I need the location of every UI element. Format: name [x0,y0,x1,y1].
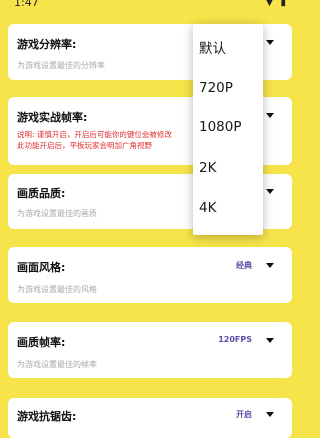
setting-title: 游戏实战帧率: [17,111,88,124]
resolution-dropdown-menu: 默认 720P 1080P 2K 4K [193,24,263,235]
setting-description: 为游戏设置最佳的画质 [17,209,97,218]
setting-description: 为游戏设置最佳的分辨率 [17,61,105,70]
dropdown-option-default[interactable]: 默认 [199,37,226,57]
chevron-down-icon[interactable] [266,412,274,417]
dropdown-option-720p[interactable]: 720P [199,80,233,96]
setting-title: 游戏抗锯齿: [17,410,77,423]
dropdown-option-1080p[interactable]: 1080P [199,119,242,135]
chevron-down-icon[interactable] [266,338,274,343]
chevron-down-icon[interactable] [266,263,274,268]
status-icons: ▼ ▮ [265,0,288,8]
setting-card-style[interactable]: 画面风格: 经典 为游戏设置最佳的风格 [8,247,292,303]
setting-title: 游戏分辨率: [17,38,77,51]
setting-warning: 此功能开启后，平板玩家会明加广角视野 [17,141,152,150]
dropdown-option-2k[interactable]: 2K [199,160,216,176]
setting-value: 经典 [236,261,252,270]
setting-title: 画面风格: [17,261,66,274]
setting-warning: 说明: 谨慎开启，开启后可能你的键位会被修改 [17,130,172,139]
chevron-down-icon[interactable] [266,113,274,118]
dropdown-option-4k[interactable]: 4K [199,200,216,216]
setting-title: 画质帧率: [17,336,66,349]
chevron-down-icon[interactable] [266,189,274,194]
setting-description: 为游戏设置最佳的帧率 [17,360,97,369]
setting-card-framerate[interactable]: 画质帧率: 120FPS 为游戏设置最佳的帧率 [8,322,292,378]
setting-card-anti-aliasing[interactable]: 游戏抗锯齿: 开启 [8,398,292,438]
setting-title: 画质品质: [17,187,66,200]
setting-value: 120FPS [218,335,252,344]
status-bar: 1:47 ▼ ▮ [0,0,300,14]
chevron-down-icon[interactable] [266,40,274,45]
setting-value: 开启 [236,410,252,419]
status-time: 1:47 [14,0,39,9]
setting-description: 为游戏设置最佳的风格 [17,285,97,294]
